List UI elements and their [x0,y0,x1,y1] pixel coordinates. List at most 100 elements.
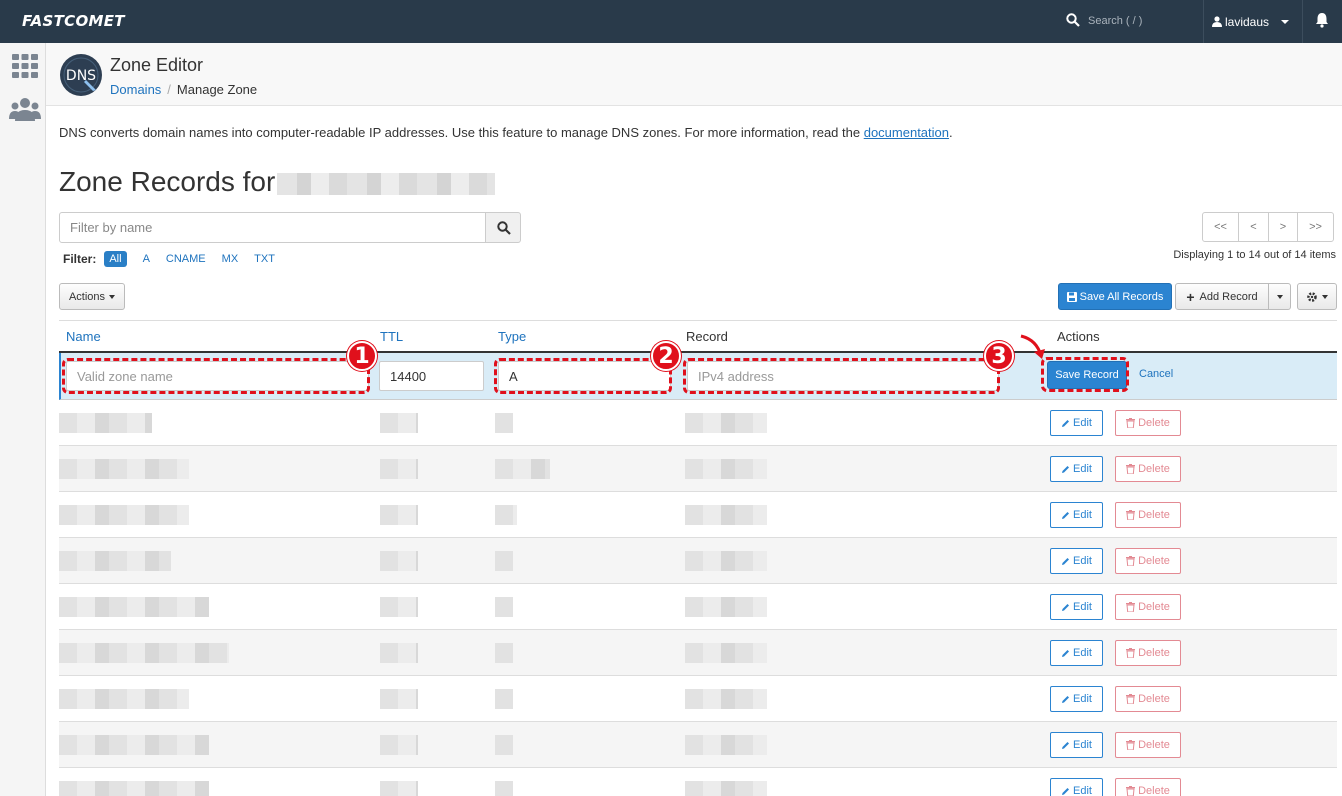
table-row: Edit Delete [59,538,1337,584]
delete-button[interactable]: Delete [1115,410,1181,436]
trash-icon [1126,740,1136,750]
edit-label: Edit [1073,785,1092,796]
add-record-label: Add Record [1199,290,1258,303]
actions-label: Actions [68,290,106,303]
search-input[interactable] [1088,10,1198,32]
brand-logo[interactable]: FASTCOMET [22,12,125,30]
trash-icon [1126,464,1136,474]
annotation-callout-2: 2 [651,341,681,371]
delete-button[interactable]: Delete [1115,686,1181,712]
filter-a[interactable]: A [143,251,150,267]
edit-button[interactable]: Edit [1050,778,1103,796]
redacted-cell [495,597,513,617]
redacted-cell [59,505,189,525]
add-record-dropdown-toggle[interactable] [1268,283,1291,310]
apps-grid-icon[interactable] [12,54,38,78]
sidebar [0,43,46,796]
chevron-down-icon [1281,19,1290,24]
last-page-button[interactable]: >> [1297,212,1334,242]
name-column-header[interactable]: Name [66,329,101,344]
delete-button[interactable]: Delete [1115,548,1181,574]
trash-icon [1126,510,1136,520]
redacted-cell [380,735,418,755]
record-type-select[interactable] [498,361,671,391]
pencil-icon [1062,787,1070,795]
redacted-cell [685,781,767,796]
display-count: Displaying 1 to 14 out of 14 items [1173,249,1336,261]
redacted-cell [59,735,209,755]
description-text: DNS converts domain names into computer-… [59,125,864,140]
redacted-cell [380,643,418,663]
delete-button[interactable]: Delete [1115,778,1181,796]
save-all-records-button[interactable]: Save All Records [1058,283,1172,310]
edit-button[interactable]: Edit [1050,686,1103,712]
actions-dropdown-button[interactable]: Actions [59,283,125,310]
first-page-button[interactable]: << [1202,212,1239,242]
redacted-cell [685,597,767,617]
filter-search-button[interactable] [485,212,521,243]
edit-button[interactable]: Edit [1050,548,1103,574]
chevron-down-icon [109,294,116,299]
filter-all[interactable]: All [104,250,127,267]
filter-mx[interactable]: MX [222,251,239,267]
filter-cname[interactable]: CNAME [166,251,206,267]
edit-button[interactable]: Edit [1050,640,1103,666]
user-menu[interactable]: lavidaus [1212,0,1302,43]
prev-page-button[interactable]: < [1238,212,1269,242]
delete-button[interactable]: Delete [1115,456,1181,482]
next-page-button[interactable]: > [1268,212,1298,242]
redacted-cell [59,551,171,571]
trash-icon [1126,648,1136,658]
edit-button[interactable]: Edit [1050,732,1103,758]
edit-button[interactable]: Edit [1050,502,1103,528]
svg-text:DNS: DNS [66,68,96,84]
save-record-button[interactable]: Save Record [1047,361,1127,389]
page-description: DNS converts domain names into computer-… [59,125,953,140]
redacted-cell [685,413,767,433]
new-record-row: Save Record Cancel [59,353,1337,400]
users-icon[interactable] [9,97,41,121]
documentation-link[interactable]: documentation [864,125,949,140]
delete-label: Delete [1138,509,1170,521]
add-record-button[interactable]: + Add Record [1175,283,1269,310]
table-row: Edit Delete [59,630,1337,676]
delete-button[interactable]: Delete [1115,640,1181,666]
cancel-link[interactable]: Cancel [1139,368,1173,380]
redacted-cell [380,505,418,525]
delete-button[interactable]: Delete [1115,502,1181,528]
delete-label: Delete [1138,601,1170,613]
filter-by-name-input[interactable] [59,212,486,243]
ttl-input[interactable] [379,361,484,391]
topbar-divider [1203,0,1204,43]
search-icon [1066,13,1080,27]
redacted-cell [59,597,209,617]
settings-dropdown-button[interactable] [1297,283,1337,310]
redacted-cell [685,735,767,755]
global-search[interactable] [1062,0,1202,43]
edit-label: Edit [1073,509,1092,521]
pencil-icon [1062,695,1070,703]
ipv4-address-input[interactable] [687,361,999,391]
zone-name-input[interactable] [66,361,369,391]
redacted-cell [59,689,189,709]
delete-button[interactable]: Delete [1115,732,1181,758]
edit-button[interactable]: Edit [1050,410,1103,436]
filter-txt[interactable]: TXT [254,251,275,267]
breadcrumb-domains-link[interactable]: Domains [110,82,161,97]
plus-icon: + [1186,288,1195,305]
ttl-column-header[interactable]: TTL [380,329,403,344]
bell-icon[interactable] [1314,12,1330,28]
delete-button[interactable]: Delete [1115,594,1181,620]
redacted-cell [685,643,767,663]
edit-button[interactable]: Edit [1050,456,1103,482]
chevron-down-icon [1322,294,1328,299]
zone-records-heading: Zone Records for [59,166,496,198]
table-row: Edit Delete [59,446,1337,492]
trash-icon [1126,418,1136,428]
redacted-cell [380,689,418,709]
redacted-cell [685,551,767,571]
actions-column-header: Actions [1057,329,1100,344]
redacted-cell [59,413,152,433]
edit-button[interactable]: Edit [1050,594,1103,620]
type-column-header[interactable]: Type [498,329,526,344]
